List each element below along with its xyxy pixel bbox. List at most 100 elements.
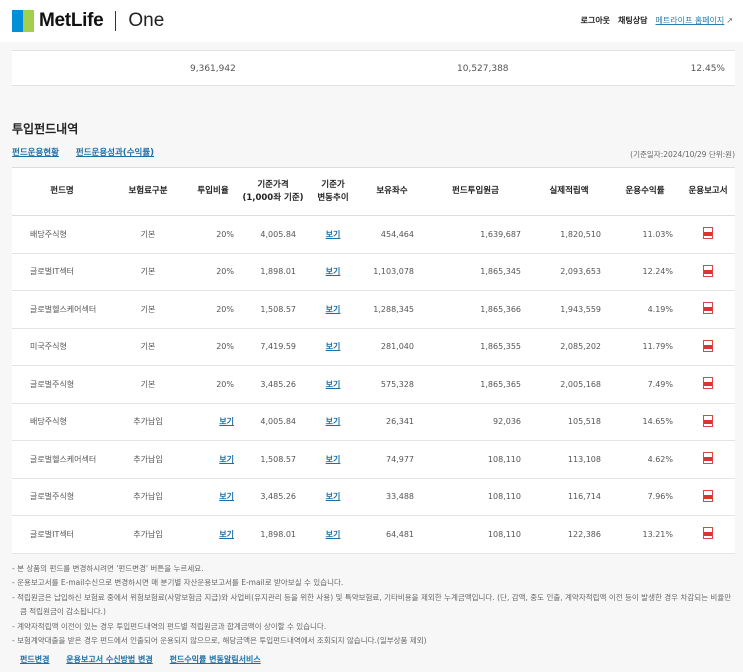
- report-cell: [681, 365, 735, 404]
- principal: 108,110: [422, 440, 529, 479]
- fund-row: 글로벌헬스케어섹터 기본 20% 1,508.57 보기 1,288,345 1,865,3…: [12, 290, 735, 329]
- pdf-icon[interactable]: [703, 302, 713, 315]
- principal: 1,865,366: [422, 290, 529, 329]
- price-trend-cell: 보기: [304, 253, 362, 291]
- section-title: 투입펀드내역: [12, 122, 79, 136]
- yield: 4.62%: [609, 440, 681, 479]
- actual-amount: 1,943,559: [529, 290, 609, 329]
- view-price-trend-link[interactable]: 보기: [326, 267, 341, 276]
- fund-change-link[interactable]: 펀드변경: [20, 655, 49, 664]
- column-header: 펀드투입원금: [422, 167, 529, 216]
- price-trend-cell: 보기: [304, 478, 362, 516]
- yield: 7.96%: [609, 478, 681, 516]
- view-price-trend-link[interactable]: 보기: [326, 530, 341, 539]
- yield-alert-service-link[interactable]: 펀드수익률 변동알림서비스: [170, 655, 261, 664]
- pdf-icon[interactable]: [703, 377, 713, 390]
- report-cell: [681, 253, 735, 291]
- input-ratio-cell: 보기: [184, 403, 242, 441]
- product-name: One: [128, 10, 165, 31]
- premium-type: 추가납입: [112, 515, 184, 554]
- premium-type: 추가납입: [112, 440, 184, 479]
- view-price-trend-link[interactable]: 보기: [326, 455, 341, 464]
- view-price-trend-link[interactable]: 보기: [326, 342, 341, 351]
- view-ratio-link[interactable]: 보기: [219, 530, 234, 539]
- view-price-trend-link[interactable]: 보기: [326, 492, 341, 501]
- base-price: 4,005.84: [242, 403, 304, 441]
- column-header: 보험료구분: [112, 167, 184, 216]
- pdf-icon[interactable]: [703, 264, 713, 277]
- fund-name: 미국주식형: [12, 328, 112, 366]
- input-ratio: 20%: [184, 328, 242, 366]
- yield: 4.19%: [609, 290, 681, 329]
- pdf-icon[interactable]: [703, 227, 713, 240]
- column-header: 실제적립액: [529, 167, 609, 216]
- pdf-icon[interactable]: [703, 452, 713, 465]
- fund-name: 글로벌IT섹터: [12, 253, 112, 291]
- tab-fund-performance[interactable]: 펀드운용성과(수익률): [76, 148, 154, 158]
- metlife-home-link[interactable]: 메트라이프 홈페이지: [656, 15, 725, 26]
- price-trend-cell: 보기: [304, 290, 362, 329]
- actual-amount: 105,518: [529, 403, 609, 441]
- fund-row: 글로벌IT섹터 추가납입 보기 1,898.01 보기 64,481 108,110 122,…: [12, 515, 735, 554]
- note-item: - 본 상품의 펀드를 변경하시려면 '펀드변경' 버튼을 누르세요.: [12, 564, 204, 573]
- principal: 1,639,687: [422, 215, 529, 254]
- fund-name: 글로벌주식형: [12, 478, 112, 516]
- actual-amount: 2,085,202: [529, 328, 609, 366]
- column-header: 운용수익률: [609, 167, 681, 216]
- price-trend-cell: 보기: [304, 365, 362, 404]
- actual-amount: 2,093,653: [529, 253, 609, 291]
- price-trend-cell: 보기: [304, 215, 362, 254]
- notes: - 본 상품의 펀드를 변경하시려면 '펀드변경' 버튼을 누르세요. - 운용보…: [12, 562, 737, 648]
- column-header: 운용보고서: [681, 167, 735, 216]
- base-price: 1,898.01: [242, 515, 304, 554]
- premium-type: 기본: [112, 365, 184, 404]
- base-price: 7,419.59: [242, 328, 304, 366]
- input-ratio: 20%: [184, 365, 242, 404]
- report-delivery-change-link[interactable]: 운용보고서 수신방법 변경: [66, 655, 153, 664]
- base-price: 1,508.57: [242, 290, 304, 329]
- logout-link[interactable]: 로그아웃: [581, 15, 610, 26]
- input-ratio-cell: 보기: [184, 515, 242, 554]
- column-header: 기준가격 (1,000좌 기준): [242, 167, 304, 216]
- view-price-trend-link[interactable]: 보기: [326, 230, 341, 239]
- pdf-icon[interactable]: [703, 527, 713, 540]
- view-ratio-link[interactable]: 보기: [219, 492, 234, 501]
- note-item: - 보험계약대출을 받은 경우 펀드에서 인출되어 운용되지 않으므로, 해당금…: [12, 636, 427, 646]
- fund-name: 글로벌헬스케어섹터: [12, 440, 112, 479]
- base-price: 1,898.01: [242, 253, 304, 291]
- price-trend-cell: 보기: [304, 440, 362, 479]
- pdf-icon[interactable]: [703, 414, 713, 427]
- view-price-trend-link[interactable]: 보기: [326, 417, 341, 426]
- actual-amount: 1,820,510: [529, 215, 609, 254]
- column-header: 펀드명: [12, 167, 112, 216]
- report-cell: [681, 328, 735, 366]
- units-held: 64,481: [362, 515, 422, 554]
- actual-amount: 122,386: [529, 515, 609, 554]
- units-held: 74,977: [362, 440, 422, 479]
- input-ratio: 20%: [184, 290, 242, 329]
- premium-type: 기본: [112, 290, 184, 329]
- view-ratio-link[interactable]: 보기: [219, 417, 234, 426]
- chat-consult-link[interactable]: 채팅상담: [618, 15, 647, 26]
- pdf-icon[interactable]: [703, 489, 713, 502]
- summary-actual: 10,527,388: [457, 64, 509, 74]
- view-price-trend-link[interactable]: 보기: [326, 380, 341, 389]
- view-ratio-link[interactable]: 보기: [219, 455, 234, 464]
- fund-row: 배당주식형 기본 20% 4,005.84 보기 454,464 1,639,687 1,82…: [12, 215, 735, 254]
- principal: 1,865,355: [422, 328, 529, 366]
- input-ratio-cell: 보기: [184, 478, 242, 516]
- premium-type: 추가납입: [112, 403, 184, 441]
- view-price-trend-link[interactable]: 보기: [326, 305, 341, 314]
- tab-fund-status[interactable]: 펀드운용현황: [12, 148, 59, 158]
- report-cell: [681, 215, 735, 254]
- base-price: 3,485.26: [242, 365, 304, 404]
- pdf-icon[interactable]: [703, 339, 713, 352]
- metlife-m-icon: [12, 10, 34, 32]
- principal: 1,865,345: [422, 253, 529, 291]
- fund-name: 글로벌헬스케어섹터: [12, 290, 112, 329]
- metlife-logo[interactable]: MetLife One: [12, 10, 164, 32]
- basis-date: (기준일자:2024/10/29 단위:원): [630, 150, 735, 159]
- principal: 108,110: [422, 478, 529, 516]
- summary-row: 9,361,942 10,527,388 12.45%: [12, 50, 735, 86]
- price-trend-cell: 보기: [304, 515, 362, 554]
